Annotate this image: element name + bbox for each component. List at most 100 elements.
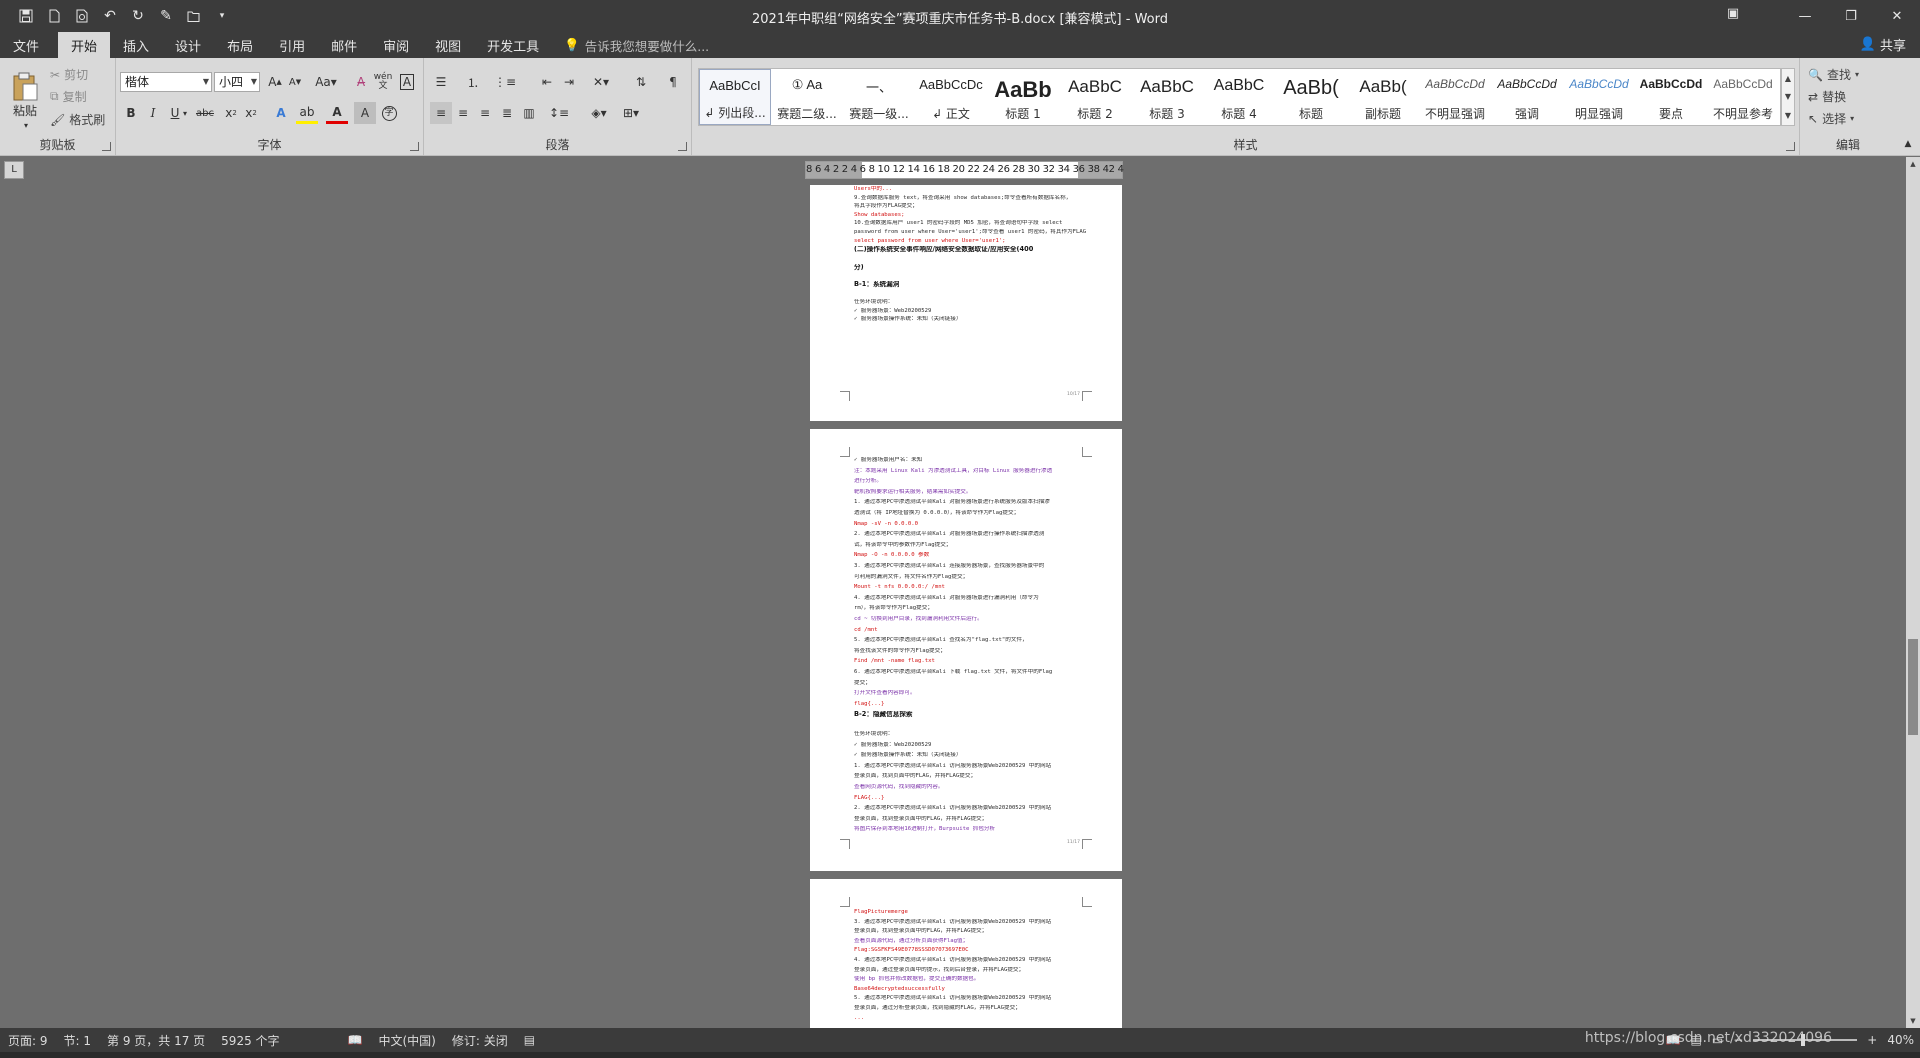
scroll-down-icon[interactable]: ▼ <box>1906 1014 1920 1028</box>
show-marks-icon[interactable]: ¶ <box>662 71 684 93</box>
cut-button[interactable]: ✂ 剪切 <box>50 66 88 83</box>
format-painter-button[interactable]: 🖌 格式刷 <box>50 111 105 128</box>
font-launcher-icon[interactable] <box>410 142 419 151</box>
document-page-2[interactable]: ✓ 服务器场景用户名：未知 注：本题采用 Linux Kali 为渗透测试工具，对… <box>810 429 1122 871</box>
tab-home[interactable]: 开始 <box>58 32 111 58</box>
increase-indent-icon[interactable]: ⇥ <box>558 71 580 93</box>
style-item[interactable]: AaBbCcDd 不明显强调 <box>1419 69 1491 125</box>
chevron-down-icon[interactable]: ▼ <box>1785 92 1791 101</box>
phonetic-guide-icon[interactable]: wén 文 <box>372 71 394 93</box>
grow-font-icon[interactable]: A ▲ <box>264 71 286 93</box>
style-item[interactable]: AaBbCcDd 明显强调 <box>1563 69 1635 125</box>
tab-view[interactable]: 视图 <box>422 32 474 58</box>
multilevel-list-icon[interactable]: ⋮≡ <box>494 71 516 93</box>
tab-developer[interactable]: 开发工具 <box>474 32 552 58</box>
status-word-count[interactable]: 5925 个字 <box>221 1032 279 1049</box>
scroll-up-icon[interactable]: ▲ <box>1906 157 1920 171</box>
chevron-up-icon[interactable]: ▲ <box>1785 74 1791 83</box>
print-preview-icon[interactable] <box>70 4 94 28</box>
share-button[interactable]: 👤 共享 <box>1860 35 1906 54</box>
tab-selector[interactable]: L <box>4 161 24 179</box>
save-icon[interactable] <box>14 4 38 28</box>
style-item[interactable]: AaBbCcDc ↲ 正文 <box>915 69 987 125</box>
align-left-icon[interactable]: ≡ <box>430 102 452 124</box>
enclose-char-icon[interactable]: 字 <box>378 102 400 124</box>
status-page[interactable]: 页面: 9 <box>8 1032 48 1049</box>
line-spacing-icon[interactable]: ↕≡ <box>548 102 570 124</box>
highlight-icon[interactable]: ab <box>296 102 318 124</box>
tab-file[interactable]: 文件 <box>0 32 52 58</box>
borders-icon[interactable]: ⊞▾ <box>620 102 642 124</box>
tab-layout[interactable]: 布局 <box>214 32 266 58</box>
zoom-in-icon[interactable]: + <box>1867 1033 1877 1047</box>
scroll-thumb[interactable] <box>1908 639 1918 735</box>
clipboard-launcher-icon[interactable] <box>102 142 111 151</box>
tab-references[interactable]: 引用 <box>266 32 318 58</box>
document-page-3[interactable]: FlagPicturemerge 3. 通过本地PC中渗透测试平台Kali 访问服… <box>810 879 1122 1028</box>
subscript-icon[interactable]: x2 <box>220 102 242 124</box>
style-item[interactable]: AaBb(标题 <box>1275 69 1347 125</box>
style-item[interactable]: AaBbC 标题 3 <box>1131 69 1203 125</box>
horizontal-ruler[interactable]: 8 6 4 2 2 4 6 8 10 12 14 16 18 20 22 24 … <box>805 161 1124 179</box>
font-size-combo[interactable]: 小四 ▼ <box>214 72 260 92</box>
superscript-icon[interactable]: x2 <box>240 102 262 124</box>
status-section[interactable]: 节: 1 <box>64 1032 92 1049</box>
vertical-scrollbar[interactable]: ▲ ▼ <box>1906 157 1920 1028</box>
new-doc-icon[interactable] <box>42 4 66 28</box>
styles-launcher-icon[interactable] <box>1786 142 1795 151</box>
gallery-scroll[interactable]: ▲ ▼ ▼ <box>1781 68 1795 126</box>
style-item[interactable]: AaBb(副标题 <box>1347 69 1419 125</box>
chinese-layout-icon[interactable]: ✕▾ <box>590 71 612 93</box>
font-name-combo[interactable]: 楷体 ▼ <box>120 72 212 92</box>
paste-button[interactable]: 粘贴 <box>6 62 44 128</box>
redo-icon[interactable]: ↻ <box>126 4 150 28</box>
char-border-icon[interactable]: A <box>396 71 418 93</box>
style-item[interactable]: AaBbCcDd 要点 <box>1635 69 1707 125</box>
restore-button[interactable]: ❐ <box>1828 0 1874 32</box>
shading-icon[interactable]: ◈▾ <box>588 102 610 124</box>
replace-button[interactable]: ⇄ 替换 <box>1808 88 1846 105</box>
font-color-icon[interactable]: A <box>326 102 348 124</box>
gallery-more-icon[interactable]: ▼ <box>1785 111 1791 120</box>
style-item[interactable]: AaBbCcDd 强调 <box>1491 69 1563 125</box>
tab-mailings[interactable]: 邮件 <box>318 32 370 58</box>
open-icon[interactable] <box>182 4 206 28</box>
align-right-icon[interactable]: ≡ <box>474 102 496 124</box>
tell-me-box[interactable]: 💡 告诉我您想要做什么... <box>564 32 709 58</box>
style-item[interactable]: AaBbCcDd 不明显参考 <box>1707 69 1779 125</box>
style-item[interactable]: AaBbCcI ↲ 列出段... <box>699 69 771 125</box>
edit-icon[interactable]: ✎ <box>154 4 178 28</box>
italic-icon[interactable]: I <box>142 102 164 124</box>
tab-review[interactable]: 审阅 <box>370 32 422 58</box>
copy-button[interactable]: ⧉ 复制 <box>50 88 87 105</box>
customize-qat-icon[interactable]: ▾ <box>210 4 234 28</box>
find-button[interactable]: 🔍 查找 ▾ <box>1808 66 1859 83</box>
clear-format-icon[interactable]: A̶ <box>350 71 372 93</box>
status-language[interactable]: 中文(中国) <box>378 1032 435 1049</box>
style-item[interactable]: AaBbC 标题 2 <box>1059 69 1131 125</box>
tab-design[interactable]: 设计 <box>162 32 214 58</box>
align-center-icon[interactable]: ≡ <box>452 102 474 124</box>
tab-insert[interactable]: 插入 <box>110 32 162 58</box>
close-button[interactable]: ✕ <box>1874 0 1920 32</box>
shrink-font-icon[interactable]: A ▼ <box>284 71 306 93</box>
style-item[interactable]: AaBbC 标题 4 <box>1203 69 1275 125</box>
select-button[interactable]: ↖ 选择 ▾ <box>1808 110 1854 127</box>
collapse-ribbon-icon[interactable]: ▲ <box>1900 136 1916 152</box>
style-item[interactable]: 一、 赛题一级... <box>843 69 915 125</box>
change-case-icon[interactable]: Aa▾ <box>310 71 342 93</box>
document-page-1[interactable]: Users中的... 9.查询数据库服务 text，将查询采用 show data… <box>810 185 1122 421</box>
bullets-icon[interactable]: ☰ <box>430 71 452 93</box>
numbering-icon[interactable]: ⒈ <box>462 71 484 93</box>
status-page-of[interactable]: 第 9 页，共 17 页 <box>107 1032 205 1049</box>
undo-icon[interactable]: ↶ <box>98 4 122 28</box>
text-effects-icon[interactable]: A <box>270 102 292 124</box>
zoom-level[interactable]: 40% <box>1887 1033 1914 1047</box>
document-workspace[interactable]: L 8 6 4 2 2 4 6 8 10 12 14 16 18 20 22 2… <box>0 157 1920 1028</box>
style-item[interactable]: ① Aa 赛题二级... <box>771 69 843 125</box>
decrease-indent-icon[interactable]: ⇤ <box>536 71 558 93</box>
sort-icon[interactable]: ⇅ <box>630 71 652 93</box>
distributed-icon[interactable]: ▥ <box>518 102 540 124</box>
paragraph-launcher-icon[interactable] <box>678 142 687 151</box>
proofing-icon[interactable]: 📖 <box>348 1033 363 1047</box>
